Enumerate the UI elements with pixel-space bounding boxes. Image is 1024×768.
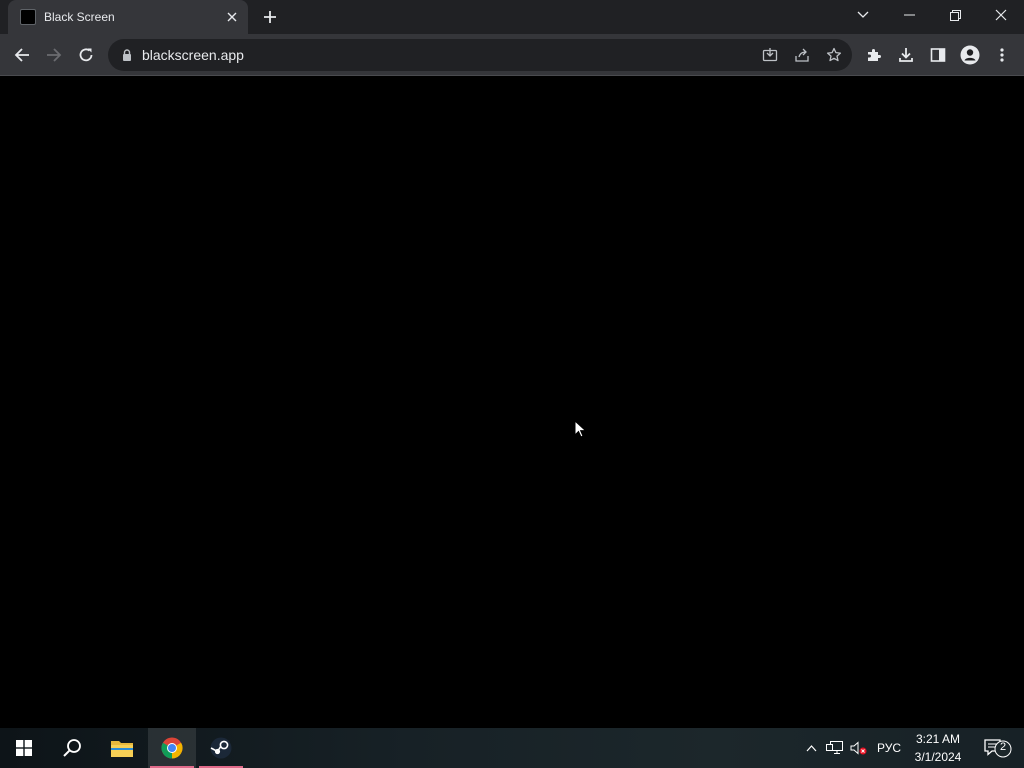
puzzle-icon: [868, 49, 881, 61]
new-tab-button[interactable]: [258, 5, 282, 29]
clock[interactable]: 3:21 AM 3/1/2024: [906, 730, 970, 766]
chrome-taskbar-button[interactable]: [148, 728, 196, 768]
volume-button[interactable]: [848, 728, 870, 768]
show-hidden-icons-button[interactable]: [800, 728, 822, 768]
install-app-icon[interactable]: [758, 43, 782, 67]
side-panel-icon: [930, 48, 946, 62]
kebab-menu-icon: [1000, 48, 1004, 62]
restore-button[interactable]: [932, 0, 978, 30]
tab-close-icon[interactable]: [224, 9, 240, 25]
tab-title: Black Screen: [44, 10, 115, 24]
avatar-icon: [960, 45, 980, 65]
reload-icon: [79, 48, 93, 62]
search-icon: [63, 739, 81, 757]
close-icon: [995, 9, 1007, 21]
profile-button[interactable]: [954, 39, 986, 71]
address-bar[interactable]: blackscreen.app: [108, 39, 852, 71]
chevron-down-icon: [857, 11, 869, 18]
tab-black-screen[interactable]: Black Screen: [8, 0, 248, 34]
page-content-black-screen[interactable]: [0, 77, 1024, 728]
favicon-icon: [20, 9, 36, 25]
minimize-button[interactable]: [886, 0, 932, 30]
steam-taskbar-button[interactable]: [197, 728, 245, 768]
bookmark-star-icon[interactable]: [822, 43, 846, 67]
arrow-left-icon: [14, 48, 29, 62]
steam-icon: [210, 737, 232, 759]
tab-search-button[interactable]: [840, 0, 886, 30]
folder-icon: [111, 741, 133, 757]
network-button[interactable]: [824, 728, 846, 768]
reload-button[interactable]: [70, 39, 102, 71]
side-panel-button[interactable]: [922, 39, 954, 71]
share-icon[interactable]: [790, 43, 814, 67]
forward-button[interactable]: [38, 39, 70, 71]
chevron-up-icon: [806, 744, 816, 751]
extensions-button[interactable]: [858, 39, 890, 71]
clock-date: 3/1/2024: [914, 750, 962, 764]
show-desktop-button[interactable]: [1019, 728, 1024, 768]
start-button[interactable]: [0, 728, 48, 768]
network-icon: [826, 741, 843, 754]
arrow-right-icon: [47, 48, 62, 62]
back-button[interactable]: [6, 39, 38, 71]
browser-titlebar: Black Screen: [0, 0, 1024, 34]
downloads-button[interactable]: [890, 39, 922, 71]
chrome-icon: [161, 737, 183, 759]
browser-toolbar: blackscreen.app: [0, 34, 1024, 76]
notification-count-badge: 2: [994, 740, 1012, 763]
url-text[interactable]: blackscreen.app: [142, 47, 244, 63]
menu-button[interactable]: [986, 39, 1018, 71]
mouse-cursor-icon: [574, 420, 587, 438]
close-window-button[interactable]: [978, 0, 1024, 30]
search-button[interactable]: [48, 728, 96, 768]
volume-muted-icon: [850, 741, 867, 755]
restore-icon: [949, 9, 961, 21]
plus-icon: [264, 11, 276, 23]
windows-taskbar: РУС 3:21 AM 3/1/2024: [0, 728, 1024, 768]
notification-count: 2: [999, 741, 1007, 753]
language-indicator[interactable]: РУС: [872, 728, 906, 768]
download-icon: [899, 48, 913, 62]
clock-time: 3:21 AM: [915, 732, 961, 746]
windows-logo-icon: [16, 740, 32, 756]
minimize-icon: [903, 14, 915, 16]
file-explorer-button[interactable]: [98, 728, 146, 768]
lock-icon[interactable]: [120, 48, 134, 62]
